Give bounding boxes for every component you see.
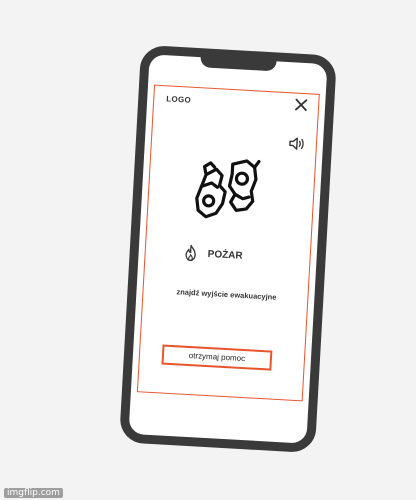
get-help-button[interactable]: otrzymaj pomoc (161, 344, 273, 371)
watermark: imgflip.com (4, 488, 63, 498)
sound-button[interactable] (288, 135, 307, 152)
stage: LOGO POŻAR znajdź wyjście ewakuacyjne ot… (0, 0, 416, 500)
phone-frame: LOGO POŻAR znajdź wyjście ewakuacyjne ot… (119, 44, 337, 454)
speaker-icon (289, 137, 304, 150)
app-logo: LOGO (166, 94, 192, 105)
close-icon (294, 98, 308, 112)
sign-language-icon (189, 154, 263, 230)
close-button[interactable] (294, 97, 309, 112)
phone-notch (200, 55, 277, 72)
alert-row: POŻAR (181, 243, 243, 264)
fire-icon (185, 244, 196, 262)
app-screen: LOGO POŻAR znajdź wyjście ewakuacyjne ot… (136, 84, 320, 402)
alert-title: POŻAR (207, 248, 243, 262)
instruction-text: znajdź wyjście ewakuacyjne (176, 287, 277, 302)
